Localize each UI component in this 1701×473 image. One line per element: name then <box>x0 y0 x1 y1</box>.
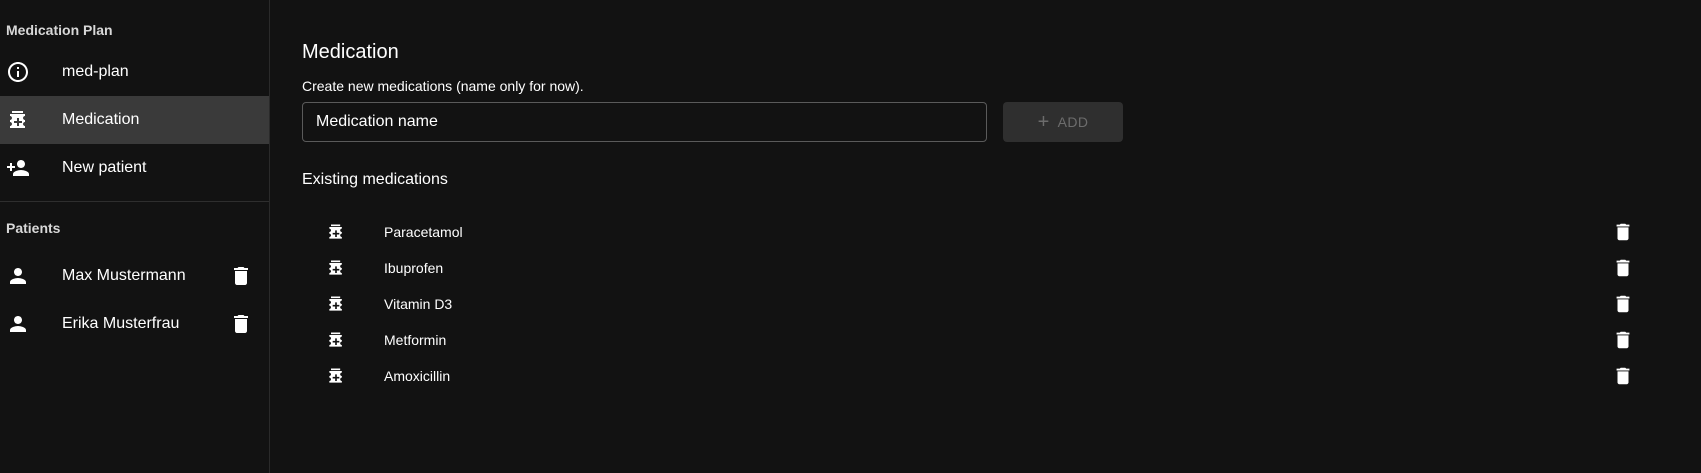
patient-item[interactable]: Max Mustermann <box>0 252 269 300</box>
medication-icon <box>326 366 350 386</box>
add-button[interactable]: + ADD <box>1003 102 1123 142</box>
medication-name: Ibuprofen <box>384 260 444 276</box>
person-add-icon <box>0 156 62 180</box>
delete-medication-trash-icon[interactable] <box>1611 256 1635 280</box>
medication-name: Paracetamol <box>384 224 463 240</box>
existing-medications-heading: Existing medications <box>302 171 448 188</box>
patients-heading: Patients <box>6 220 61 236</box>
sidebar-item-medication[interactable]: Medication <box>0 96 269 144</box>
main-content: Medication Create new medications (name … <box>270 0 1701 473</box>
page-subtitle: Create new medications (name only for no… <box>302 78 584 94</box>
sidebar-item-label: New patient <box>62 159 147 176</box>
add-medication-form: + ADD <box>302 102 1651 142</box>
sidebar-item-med-plan[interactable]: med-plan <box>0 48 269 96</box>
medication-icon <box>326 294 350 314</box>
sidebar-item-new-patient[interactable]: New patient <box>0 144 269 192</box>
list-item: Ibuprofen <box>302 250 1651 286</box>
patient-name: Max Mustermann <box>62 267 186 284</box>
list-item: Paracetamol <box>302 214 1651 250</box>
person-icon <box>0 264 62 288</box>
app-root: Medication Plan med-plan Medication New … <box>0 0 1701 473</box>
patient-list: Max Mustermann Erika Musterfrau <box>0 252 269 348</box>
medication-name-input[interactable] <box>302 102 987 142</box>
medication-list: Paracetamol Ibuprofen Vitamin D3 Metform… <box>302 214 1651 394</box>
medication-icon <box>0 108 62 132</box>
page-title: Medication <box>302 41 399 63</box>
list-item: Amoxicillin <box>302 358 1651 394</box>
info-icon <box>0 60 62 84</box>
medication-name: Metformin <box>384 332 447 348</box>
person-icon <box>0 312 62 336</box>
app-title: Medication Plan <box>6 22 113 38</box>
delete-medication-trash-icon[interactable] <box>1611 292 1635 316</box>
add-button-label: ADD <box>1057 114 1089 130</box>
list-item: Vitamin D3 <box>302 286 1651 322</box>
sidebar: Medication Plan med-plan Medication New … <box>0 0 270 473</box>
medication-icon <box>326 222 350 242</box>
delete-patient-trash-icon[interactable] <box>229 264 253 288</box>
patient-name: Erika Musterfrau <box>62 315 180 332</box>
patient-item[interactable]: Erika Musterfrau <box>0 300 269 348</box>
delete-medication-trash-icon[interactable] <box>1611 328 1635 352</box>
sidebar-item-label: med-plan <box>62 63 129 80</box>
medication-name: Amoxicillin <box>384 368 451 384</box>
medication-name: Vitamin D3 <box>384 296 453 312</box>
delete-patient-trash-icon[interactable] <box>229 312 253 336</box>
plus-icon: + <box>1037 111 1050 133</box>
delete-medication-trash-icon[interactable] <box>1611 364 1635 388</box>
delete-medication-trash-icon[interactable] <box>1611 220 1635 244</box>
medication-icon <box>326 330 350 350</box>
sidebar-item-label: Medication <box>62 111 140 128</box>
list-item: Metformin <box>302 322 1651 358</box>
medication-icon <box>326 258 350 278</box>
sidebar-divider <box>0 201 269 202</box>
